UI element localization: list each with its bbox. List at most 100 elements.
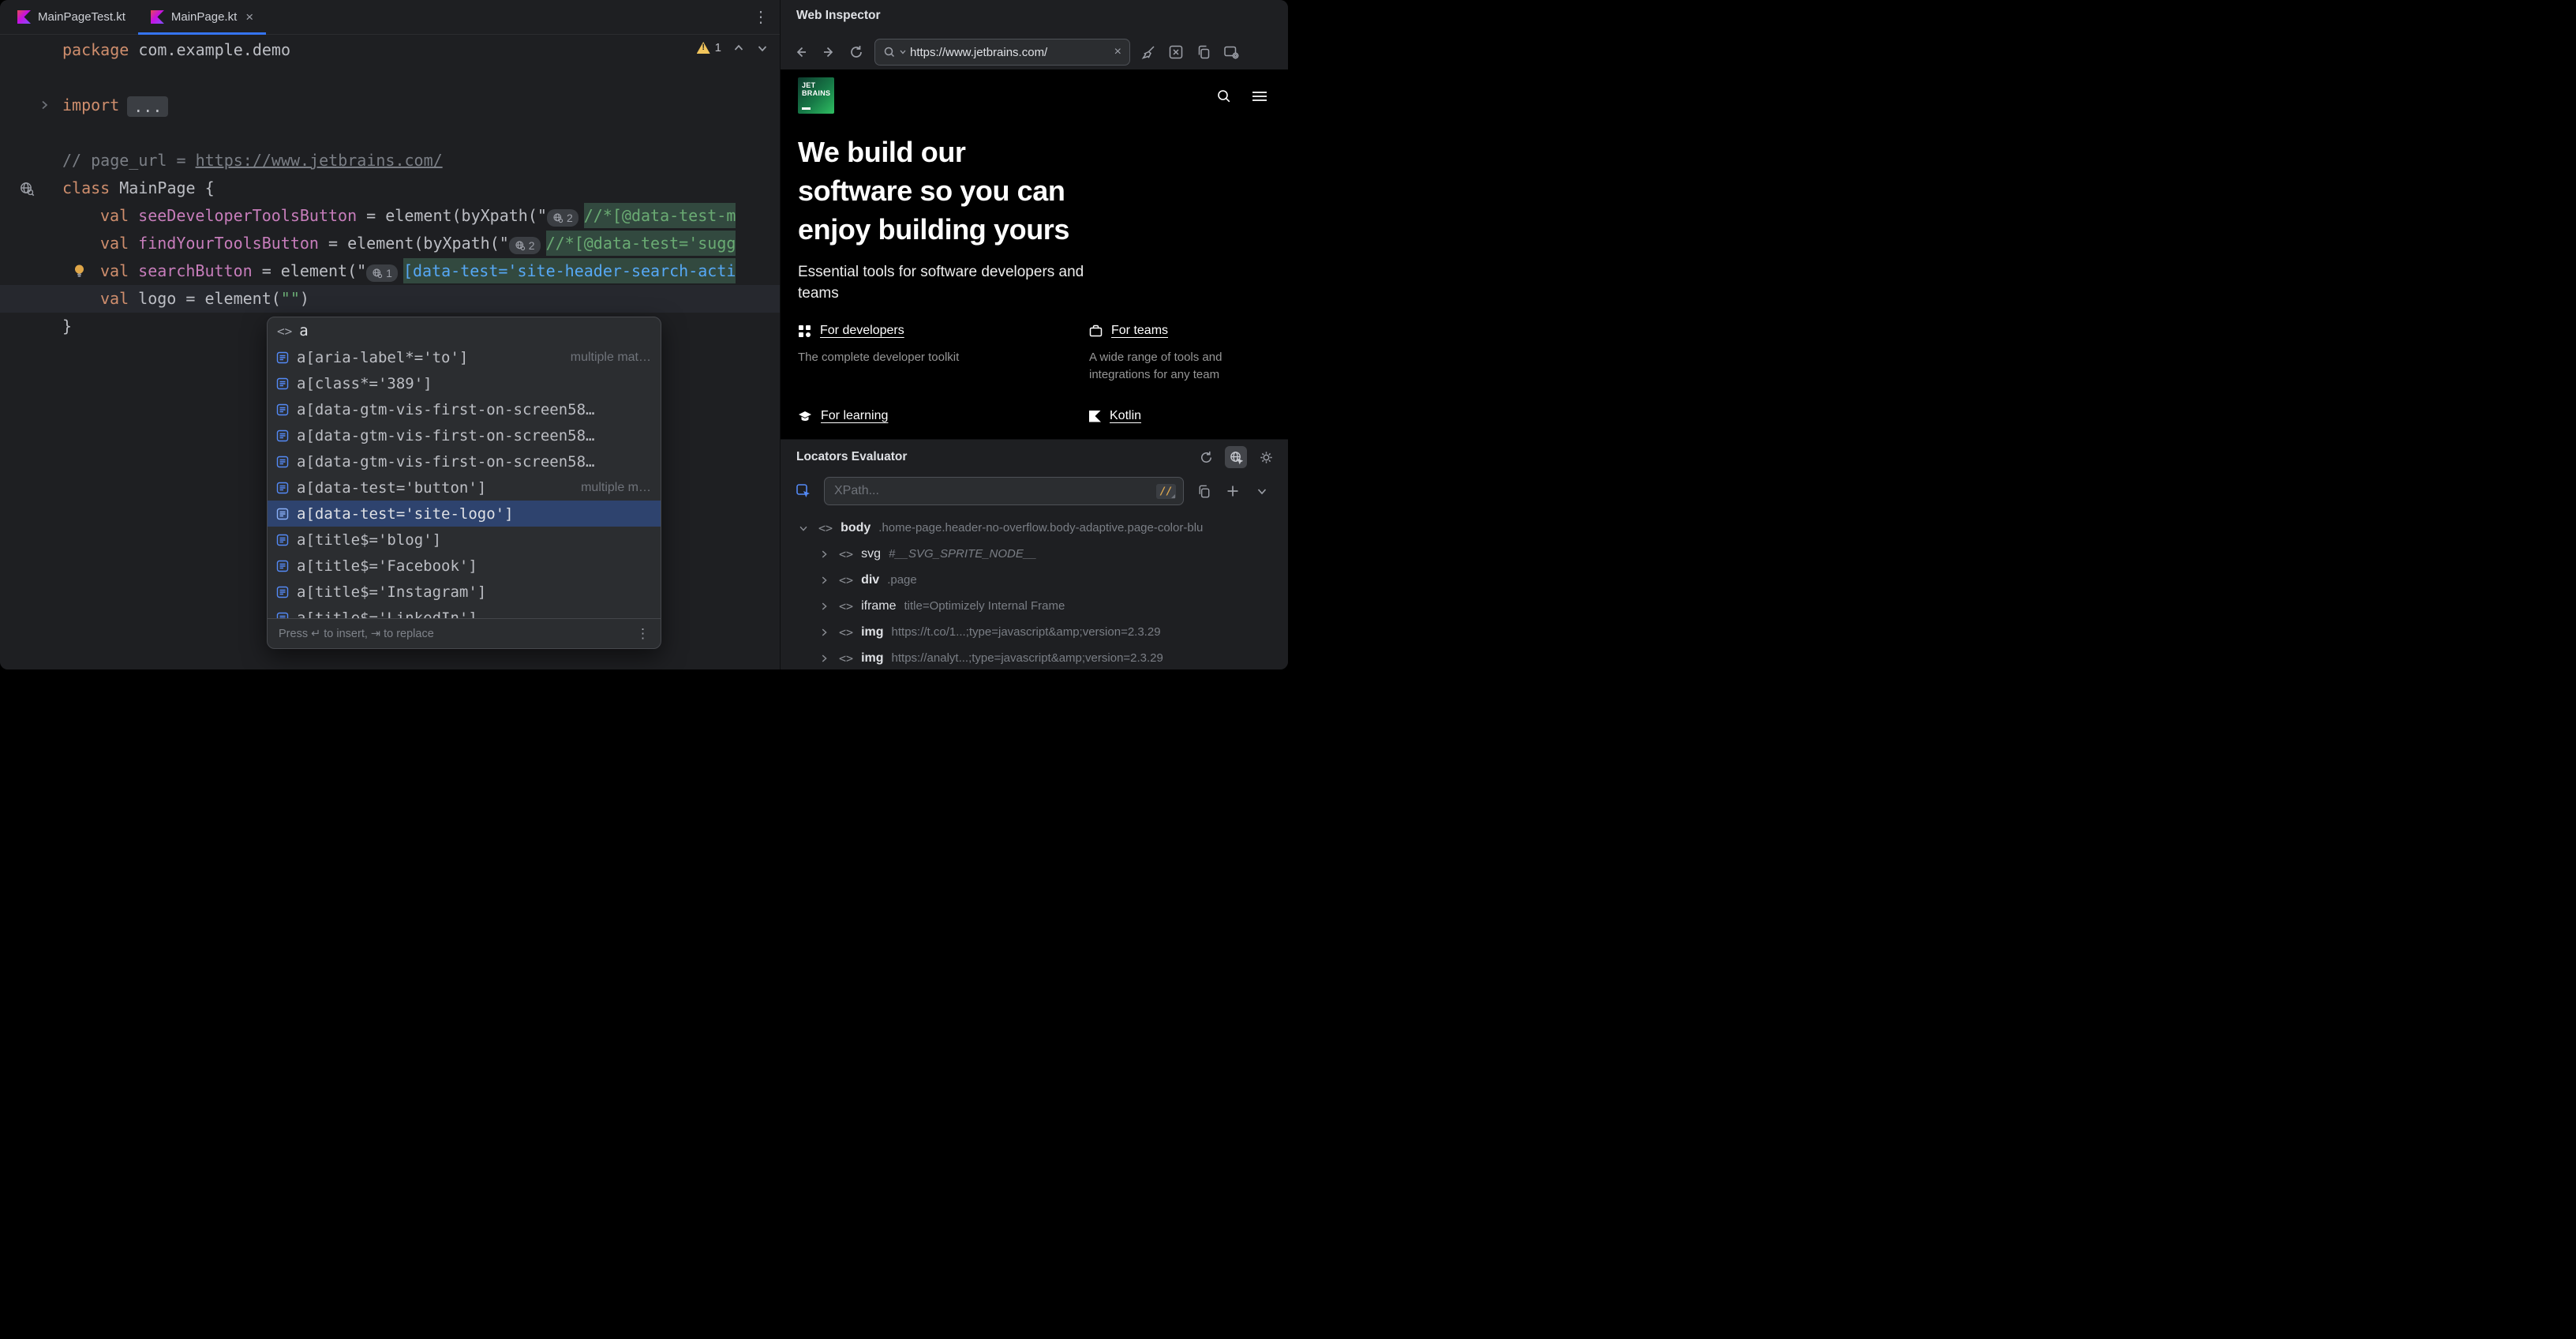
tree-attr: .home-page.header-no-overflow.body-adapt… [878, 521, 1203, 534]
selector-icon [275, 533, 290, 547]
copy-locator-icon[interactable] [1194, 482, 1213, 501]
feature-link[interactable]: For learning [821, 409, 888, 423]
selector-icon [275, 403, 290, 417]
completion-options-kebab-icon[interactable]: ⋮ [636, 626, 650, 642]
code-line: import... [0, 92, 780, 119]
site-search-icon[interactable] [1216, 88, 1232, 104]
locators-settings-gear-icon[interactable] [1256, 448, 1275, 467]
url-input[interactable] [910, 46, 1110, 59]
chevron-right-icon[interactable] [818, 575, 831, 586]
back-button[interactable] [792, 43, 811, 62]
tree-tag: div [861, 573, 879, 587]
graduation-cap-icon [798, 411, 812, 422]
tree-tag: img [861, 651, 883, 666]
code-lines: package com.example.demo import... // pa… [0, 36, 780, 340]
clear-url-icon[interactable]: × [1114, 45, 1121, 59]
chevron-down-icon[interactable] [798, 523, 811, 534]
clean-cookies-icon[interactable] [1139, 43, 1158, 62]
browser-settings-icon[interactable] [1222, 43, 1241, 62]
completion-hint: Press ↵ to insert, ⇥ to replace [279, 628, 434, 640]
tag-icon: <> [839, 625, 853, 639]
search-icon [883, 46, 896, 58]
refresh-button[interactable] [847, 43, 866, 62]
selector-icon [275, 429, 290, 443]
add-locator-icon[interactable] [1223, 482, 1242, 501]
code-line: package com.example.demo [0, 36, 780, 64]
folded-imports[interactable]: ... [127, 96, 168, 117]
feature-teams: For teams A wide range of tools and inte… [1089, 324, 1267, 384]
tree-row[interactable]: <> iframe title=Optimizely Internal Fram… [781, 593, 1288, 619]
tree-row[interactable]: <> svg #__SVG_SPRITE_NODE__ [781, 541, 1288, 567]
chevron-right-icon[interactable] [818, 653, 831, 664]
locators-refresh-icon[interactable] [1196, 448, 1215, 467]
completion-item[interactable]: a[data-gtm-vis-first-on-screen58… [268, 396, 661, 422]
copy-icon[interactable] [1194, 43, 1213, 62]
site-heading: We build our software so you can enjoy b… [798, 133, 1069, 249]
forward-button[interactable] [819, 43, 838, 62]
xpath-input[interactable] [834, 484, 1150, 498]
completion-item[interactable]: a[data-gtm-vis-first-on-screen58… [268, 422, 661, 448]
completion-item[interactable]: a[data-test='button']multiple m… [268, 474, 661, 501]
kotlin-file-icon [151, 10, 164, 24]
tag-icon: <> [839, 599, 853, 613]
xpath-language-badge[interactable]: // [1156, 484, 1176, 499]
browser-preview[interactable]: JETBRAINS We build our software so you c… [781, 69, 1288, 439]
tab-mainpagetest[interactable]: MainPageTest.kt [5, 0, 138, 34]
tag-icon: <> [818, 521, 833, 535]
kotlin-icon [1089, 411, 1101, 422]
completion-item[interactable]: a[title$='Instagram'] [268, 579, 661, 605]
comment-url-link[interactable]: https://www.jetbrains.com/ [196, 151, 443, 170]
url-bar[interactable]: × [874, 39, 1130, 66]
code-line: class MainPage { [0, 174, 780, 202]
completion-item[interactable]: a[aria-label*='to']multiple mat… [268, 344, 661, 370]
matched-elements-inlay[interactable]: 2 [547, 209, 578, 227]
pick-element-icon[interactable] [793, 481, 814, 501]
code-line [0, 64, 780, 92]
tree-row[interactable]: <> div .page [781, 567, 1288, 593]
ide-window: MainPageTest.kt MainPage.kt × ⋮ [0, 0, 1288, 670]
tab-label: MainPageTest.kt [38, 10, 125, 24]
feature-link[interactable]: For teams [1111, 324, 1168, 338]
completion-popup: <> a a[aria-label*='to']multiple mat… a[… [267, 317, 661, 649]
tree-row[interactable]: <> body .home-page.header-no-overflow.bo… [781, 515, 1288, 541]
chevron-right-icon[interactable] [818, 601, 831, 612]
tab-options-kebab-icon[interactable]: ⋮ [753, 7, 769, 27]
chevron-right-icon[interactable] [818, 549, 831, 560]
selector-icon [275, 507, 290, 521]
code-line: val findYourToolsButton = element(byXpat… [0, 230, 780, 257]
completion-item[interactable]: a[class*='389'] [268, 370, 661, 396]
expand-chevron-icon[interactable] [1252, 482, 1271, 501]
completion-item-selected[interactable]: a[data-test='site-logo'] [268, 501, 661, 527]
chevron-right-icon[interactable] [818, 627, 831, 638]
tree-row[interactable]: <> img https://t.co/1...;type=javascript… [781, 619, 1288, 645]
completion-item[interactable]: a[title$='blog'] [268, 527, 661, 553]
matched-elements-inlay[interactable]: 1 [366, 264, 398, 282]
site-menu-icon[interactable] [1251, 89, 1268, 103]
selector-icon [275, 585, 290, 599]
close-tab-icon[interactable]: × [245, 10, 253, 24]
feature-link[interactable]: Kotlin [1110, 409, 1141, 423]
jetbrains-logo[interactable]: JETBRAINS [798, 77, 834, 114]
close-frame-icon[interactable] [1166, 43, 1185, 62]
tree-row[interactable]: <> img https://analyt...;type=javascript… [781, 645, 1288, 670]
tree-attr: https://analyt...;type=javascript&amp;ve… [892, 651, 1163, 665]
tag-icon: <> [277, 324, 292, 339]
feature-link[interactable]: For developers [820, 324, 904, 338]
site-subheading: Essential tools for software developers … [798, 261, 1084, 304]
tree-attr: #__SVG_SPRITE_NODE__ [889, 547, 1037, 561]
site-header: JETBRAINS [781, 69, 1288, 114]
tag-icon: <> [839, 573, 853, 587]
completion-item[interactable]: a[title$='Facebook'] [268, 553, 661, 579]
matched-elements-inlay[interactable]: 2 [509, 237, 541, 254]
logo-underscore [802, 107, 811, 110]
tab-mainpage[interactable]: MainPage.kt × [138, 0, 266, 34]
completion-item[interactable]: a[data-gtm-vis-first-on-screen58… [268, 448, 661, 474]
tree-tag: iframe [861, 599, 896, 613]
sync-with-browser-toggle[interactable] [1225, 446, 1247, 468]
completion-item[interactable]: a[title$='LinkedIn'] [268, 605, 661, 618]
completion-prefix: a [299, 322, 308, 339]
selector-icon [275, 559, 290, 573]
tab-label: MainPage.kt [171, 10, 237, 24]
feature-kotlin: Kotlin [1089, 409, 1267, 434]
xpath-field[interactable]: // [824, 477, 1184, 505]
